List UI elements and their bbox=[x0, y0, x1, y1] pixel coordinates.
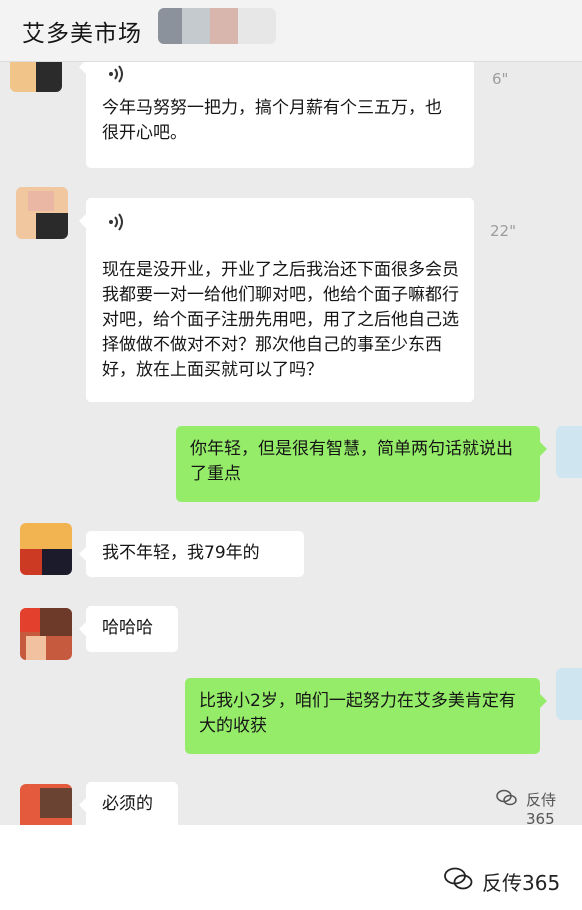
message-bubble-incoming[interactable]: 必须的 bbox=[79, 782, 178, 825]
message-text: 哈哈哈 bbox=[102, 618, 153, 638]
wechat-watermark-icon bbox=[496, 789, 518, 811]
contact-avatar[interactable] bbox=[10, 62, 62, 92]
voice-wave-icon bbox=[108, 64, 126, 84]
self-avatar[interactable] bbox=[556, 426, 582, 478]
contact-avatar[interactable] bbox=[20, 784, 72, 825]
chat-header: 艾多美市场 bbox=[0, 0, 582, 62]
watermark-text: 反传365 bbox=[482, 871, 561, 895]
message-text: 必须的 bbox=[102, 794, 153, 814]
message-text: 我不年轻，我79年的 bbox=[102, 543, 260, 563]
voice-duration: 22" bbox=[490, 222, 516, 240]
message-text: 比我小2岁，咱们一起努力在艾多美肯定有大的收获 bbox=[199, 691, 516, 736]
voice-duration: 6" bbox=[492, 70, 509, 88]
redacted-name-mosaic bbox=[158, 8, 276, 44]
voice-transcript: 今年马努努一把力，搞个月薪有个三五万，也很开心吧。 bbox=[102, 98, 442, 143]
watermark-text-small: 反侍365 bbox=[526, 791, 557, 825]
bottom-area: 反传365 bbox=[0, 825, 582, 910]
self-avatar[interactable] bbox=[556, 668, 582, 720]
contact-avatar[interactable] bbox=[20, 608, 72, 660]
contact-avatar[interactable] bbox=[20, 523, 72, 575]
message-bubble-incoming[interactable]: 哈哈哈 bbox=[79, 606, 178, 652]
message-bubble-outgoing[interactable]: 比我小2岁，咱们一起努力在艾多美肯定有大的收获 bbox=[185, 678, 547, 754]
message-bubble-incoming[interactable]: 我不年轻，我79年的 bbox=[79, 531, 304, 577]
wechat-watermark-icon bbox=[444, 867, 474, 895]
voice-wave-icon bbox=[108, 212, 126, 232]
message-text: 你年轻，但是很有智慧，简单两句话就说出了重点 bbox=[190, 439, 513, 484]
message-list[interactable]: 今年马努努一把力，搞个月薪有个三五万，也很开心吧。 6" 现在是没开业，开业了之… bbox=[0, 62, 582, 825]
message-bubble-voice[interactable]: 今年马努努一把力，搞个月薪有个三五万，也很开心吧。 bbox=[79, 62, 474, 168]
chat-title: 艾多美市场 bbox=[22, 21, 142, 47]
contact-avatar[interactable] bbox=[16, 187, 68, 239]
message-bubble-outgoing[interactable]: 你年轻，但是很有智慧，简单两句话就说出了重点 bbox=[176, 426, 547, 502]
voice-transcript: 现在是没开业，开业了之后我治还下面很多会员我都要一对一给他们聊对吧，他给个面子嘛… bbox=[102, 260, 459, 380]
message-bubble-voice[interactable]: 现在是没开业，开业了之后我治还下面很多会员我都要一对一给他们聊对吧，他给个面子嘛… bbox=[79, 198, 474, 402]
